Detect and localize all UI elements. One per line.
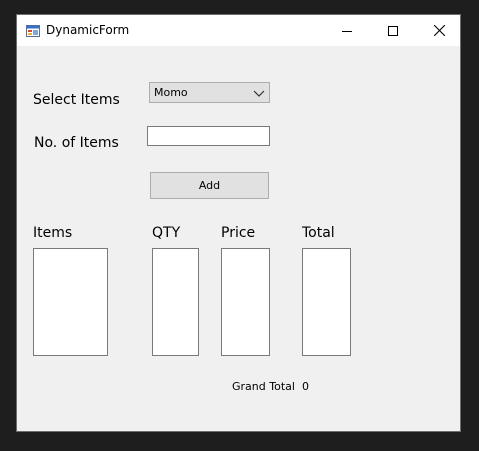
items-listbox[interactable] xyxy=(33,248,108,356)
app-icon xyxy=(26,25,40,37)
close-icon xyxy=(433,25,445,36)
select-items-dropdown[interactable]: Momo xyxy=(149,82,270,103)
total-column-label: Total xyxy=(302,225,335,241)
add-button[interactable]: Add xyxy=(150,172,269,199)
minimize-icon xyxy=(342,30,352,32)
select-items-label: Select Items xyxy=(33,92,120,108)
maximize-button[interactable] xyxy=(370,15,416,46)
grand-total-value: 0 xyxy=(302,380,309,393)
num-items-label: No. of Items xyxy=(34,135,119,151)
qty-column-label: QTY xyxy=(152,225,181,241)
items-column-label: Items xyxy=(33,225,73,241)
chevron-down-icon xyxy=(253,90,265,97)
qty-listbox[interactable] xyxy=(152,248,199,356)
total-listbox[interactable] xyxy=(302,248,351,356)
window-title: DynamicForm xyxy=(46,23,130,37)
select-items-value: Momo xyxy=(154,86,188,99)
price-column-label: Price xyxy=(221,225,256,241)
dynamic-form-window: DynamicForm Select Items Momo No. of Ite… xyxy=(16,14,461,432)
minimize-button[interactable] xyxy=(324,15,370,46)
price-listbox[interactable] xyxy=(221,248,270,356)
close-button[interactable] xyxy=(416,15,462,46)
num-items-input[interactable] xyxy=(147,126,270,146)
grand-total-label: Grand Total xyxy=(232,380,295,393)
title-bar[interactable]: DynamicForm xyxy=(17,15,460,46)
maximize-icon xyxy=(388,25,398,36)
